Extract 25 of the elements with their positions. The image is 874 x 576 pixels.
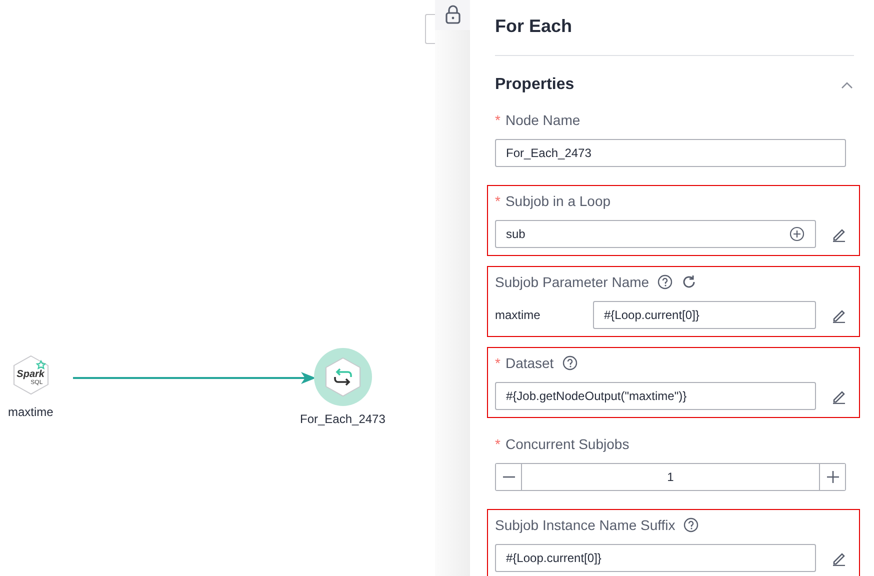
- field-label: * Subjob in a Loop: [495, 193, 611, 209]
- help-icon[interactable]: [562, 355, 578, 371]
- node-label: maxtime: [8, 405, 54, 419]
- parameter-name: maxtime: [495, 308, 542, 322]
- lock-button[interactable]: [435, 0, 470, 30]
- lock-icon: [444, 5, 460, 25]
- node-label: For_Each_2473: [300, 412, 386, 426]
- add-icon[interactable]: [789, 226, 805, 242]
- logo-text: Spark: [16, 369, 44, 380]
- expression-field[interactable]: #{Loop.current[0]}: [495, 544, 816, 572]
- parameter-value-field[interactable]: #{Loop.current[0]}: [593, 301, 816, 329]
- field-label: * Node Name: [495, 112, 580, 128]
- loop-node[interactable]: [312, 347, 373, 407]
- panel-title: For Each: [495, 16, 574, 37]
- field-label: Subjob Instance Name Suffix: [495, 517, 676, 533]
- field-label: * Concurrent Subjobs: [495, 436, 630, 452]
- help-icon[interactable]: [683, 517, 700, 533]
- expression-field[interactable]: #{Job.getNodeOutput("maxtime")}: [495, 382, 816, 410]
- node-name-field[interactable]: For_Each_2473: [495, 139, 846, 167]
- field-label: Subjob Parameter Name: [495, 274, 650, 290]
- field-label: * Dataset: [495, 355, 554, 371]
- help-icon[interactable]: [657, 274, 674, 290]
- properties-section-header[interactable]: Properties: [495, 76, 854, 94]
- subjob-field[interactable]: sub: [495, 220, 816, 248]
- refresh-icon[interactable]: [681, 274, 698, 290]
